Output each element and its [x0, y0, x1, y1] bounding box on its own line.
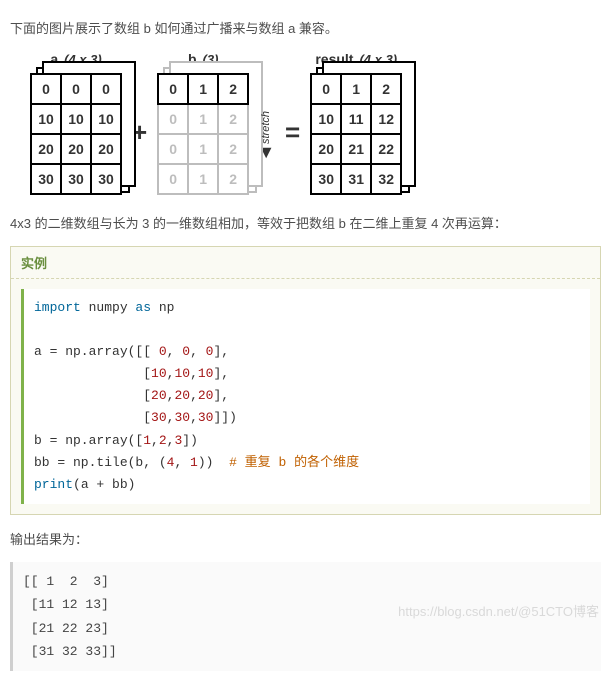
example-box: 实例 import numpy as np a = np.array([[ 0,…: [10, 246, 601, 515]
example-title: 实例: [11, 247, 600, 279]
eq-op: =: [285, 99, 300, 148]
array-a-block: a (4 x 3) 000 101010 202020 303030: [30, 51, 122, 195]
array-b-table: 012 012 012 012: [157, 73, 249, 195]
explain-text: 4x3 的二维数组与长为 3 的一维数组相加，等效于把数组 b 在二维上重复 4…: [10, 213, 601, 232]
watermark: https://blog.csdn.net/@51CTO博客: [398, 601, 599, 620]
array-result-table: 012 101112 202122 303132: [310, 73, 402, 195]
array-b-block: b (3) 012 012 012 012: [157, 51, 249, 195]
code-block: import numpy as np a = np.array([[ 0, 0,…: [21, 289, 590, 504]
intro-text: 下面的图片展示了数组 b 如何通过广播来与数组 a 兼容。: [10, 18, 601, 37]
broadcast-diagram: a (4 x 3) 000 101010 202020 303030 + b (…: [30, 51, 591, 195]
output-label: 输出结果为：: [10, 529, 601, 548]
array-result-block: result (4 x 3) 012 101112 202122 303132: [310, 51, 402, 195]
array-a-table: 000 101010 202020 303030: [30, 73, 122, 195]
